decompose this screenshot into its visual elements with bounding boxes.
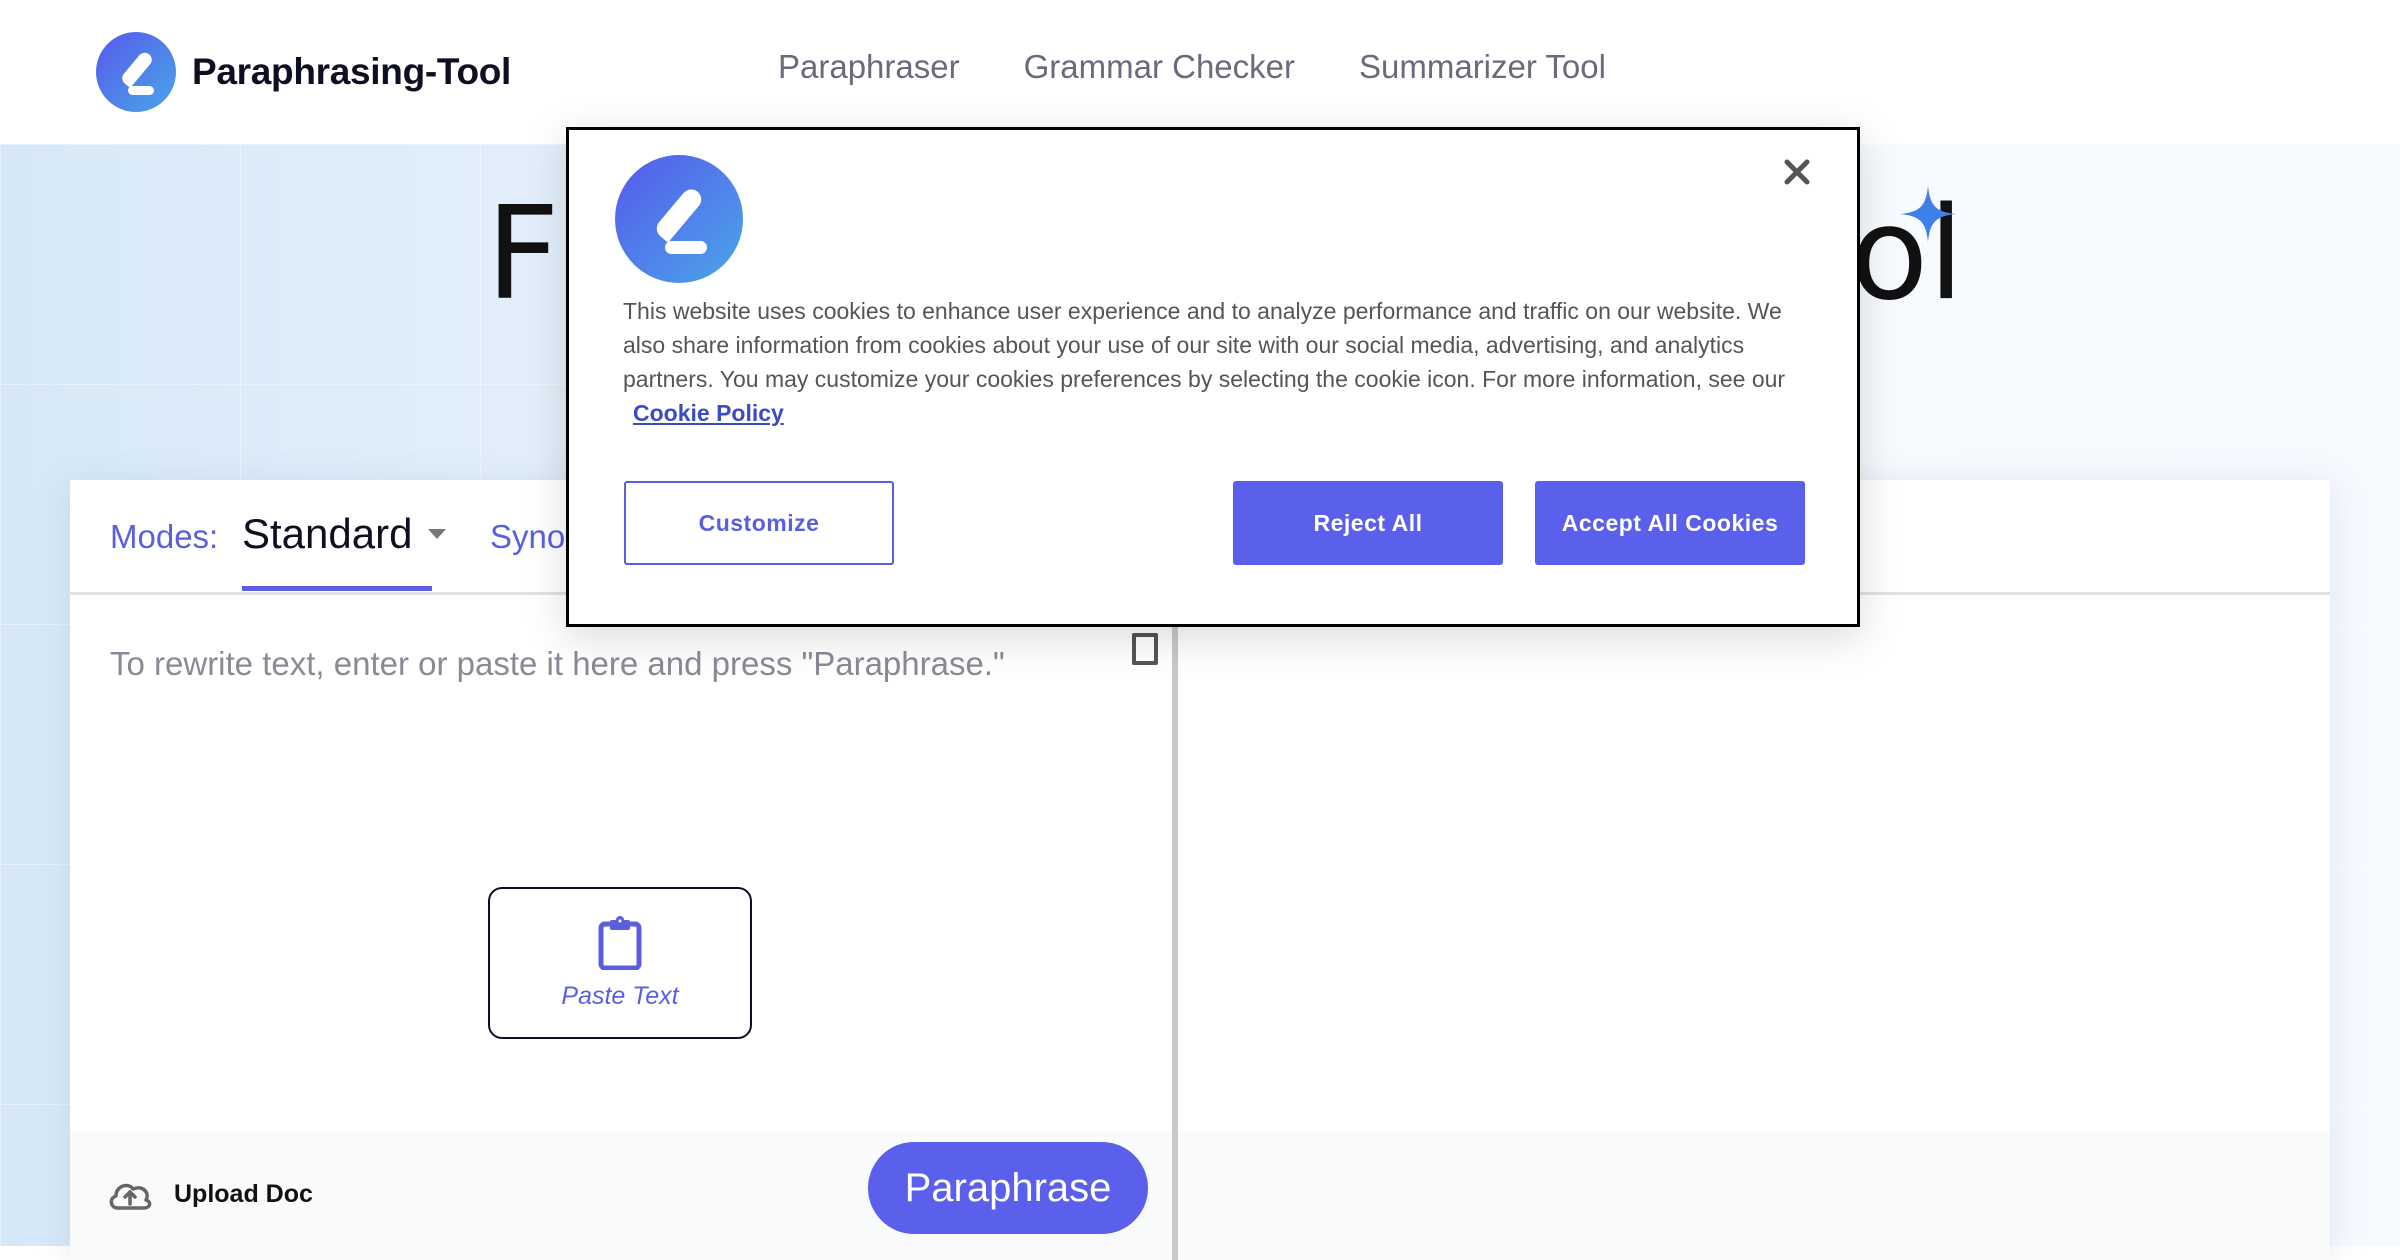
- active-mode-indicator: [242, 586, 432, 591]
- brand-name: Paraphrasing-Tool: [192, 51, 512, 92]
- mode-value: Standard: [242, 510, 413, 557]
- cookie-policy-link[interactable]: Cookie Policy: [633, 396, 1803, 430]
- accept-all-cookies-button[interactable]: Accept All Cookies: [1535, 481, 1805, 565]
- chevron-down-icon: [428, 529, 447, 539]
- upload-doc-label: Upload Doc: [174, 1179, 313, 1208]
- close-icon[interactable]: [1777, 152, 1817, 192]
- paste-text-label: Paste Text: [561, 981, 679, 1010]
- input-footer: Upload Doc Paraphrase: [70, 1132, 1172, 1260]
- upload-doc-button[interactable]: Upload Doc: [106, 1176, 313, 1212]
- cloud-upload-icon: [109, 1183, 152, 1210]
- mode-dropdown[interactable]: Standard: [242, 510, 447, 558]
- synonyms-control[interactable]: Syno: [490, 518, 565, 556]
- cookie-message: This website uses cookies to enhance use…: [623, 294, 1803, 430]
- reject-all-button[interactable]: Reject All: [1233, 481, 1503, 565]
- input-placeholder[interactable]: To rewrite text, enter or paste it here …: [110, 645, 1005, 683]
- sparkle-icon: [1900, 186, 1956, 242]
- modes-label: Modes:: [110, 518, 219, 555]
- output-pane: [1178, 595, 2330, 1260]
- brand-link[interactable]: Paraphrasing-Tool: [96, 32, 511, 112]
- logo-icon: [96, 32, 176, 112]
- input-pane[interactable]: To rewrite text, enter or paste it here …: [70, 595, 1172, 1260]
- main-nav: Paraphraser Grammar Checker Summarizer T…: [778, 48, 1606, 86]
- cookie-consent-dialog: This website uses cookies to enhance use…: [566, 127, 1860, 627]
- nav-grammar-checker[interactable]: Grammar Checker: [1024, 48, 1295, 86]
- clipboard-icon: [598, 915, 642, 970]
- nav-paraphraser[interactable]: Paraphraser: [778, 48, 960, 86]
- copy-icon[interactable]: [1132, 633, 1158, 665]
- customize-button[interactable]: Customize: [624, 481, 894, 565]
- paraphrase-button[interactable]: Paraphrase: [868, 1142, 1148, 1234]
- paste-text-button[interactable]: Paste Text: [488, 887, 752, 1039]
- site-header: Paraphrasing-Tool Paraphraser Grammar Ch…: [0, 0, 2400, 144]
- logo-icon: [615, 155, 743, 283]
- cookie-message-text: This website uses cookies to enhance use…: [623, 298, 1786, 392]
- output-footer: [1178, 1132, 2330, 1260]
- nav-summarizer-tool[interactable]: Summarizer Tool: [1359, 48, 1606, 86]
- hero-title: F: [486, 180, 561, 329]
